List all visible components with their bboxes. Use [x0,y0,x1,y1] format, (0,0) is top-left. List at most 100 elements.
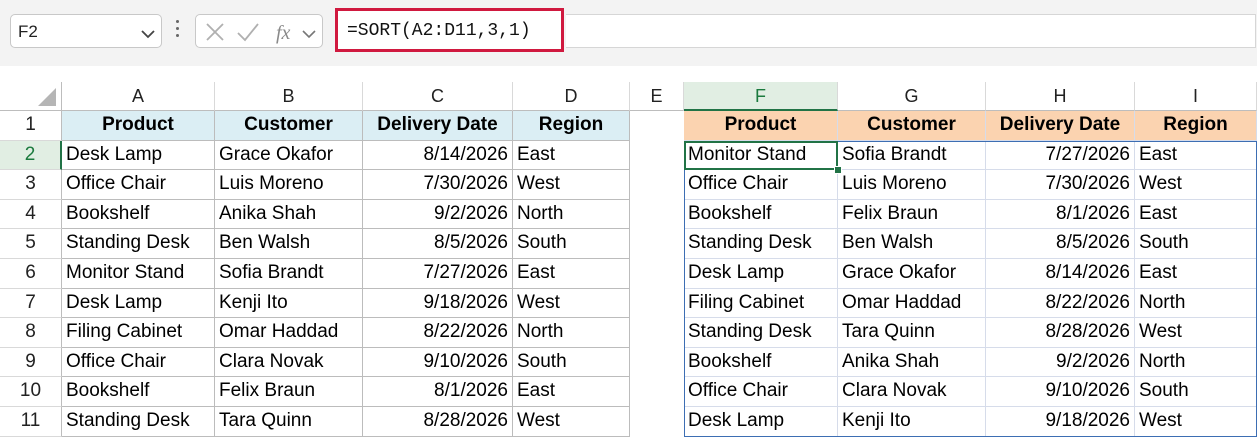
sorted-table-cell[interactable]: 9/18/2026 [986,407,1135,437]
fill-handle[interactable] [834,166,842,175]
column-header-h[interactable]: H [986,82,1135,111]
source-table-cell[interactable]: North [513,199,630,230]
row-header-9[interactable]: 9 [0,347,62,378]
source-table-cell[interactable]: 9/18/2026 [363,288,513,319]
sorted-table-cell[interactable]: Omar Haddad [838,288,986,319]
row-header-5[interactable]: 5 [0,229,62,259]
source-table-cell[interactable]: Office Chair [62,347,215,378]
source-table-cell[interactable]: Office Chair [62,170,215,200]
column-header-i[interactable]: I [1135,82,1257,111]
insert-function-icon[interactable]: fx [274,19,300,50]
source-table-header-cell[interactable]: Customer [215,111,363,141]
column-header-c[interactable]: C [363,82,513,111]
source-table-cell[interactable]: North [513,318,630,348]
source-table-cell[interactable]: Filing Cabinet [62,318,215,348]
source-table-cell[interactable]: West [513,288,630,319]
row-header-4[interactable]: 4 [0,199,62,230]
source-table-cell[interactable]: West [513,407,630,437]
column-header-d[interactable]: D [513,82,630,111]
source-table-header-cell[interactable]: Delivery Date [363,111,513,141]
sorted-table-cell[interactable]: Filing Cabinet [684,288,838,319]
sorted-table-cell[interactable]: 8/28/2026 [986,318,1135,348]
sorted-table-cell[interactable]: Tara Quinn [838,318,986,348]
source-table-cell[interactable]: South [513,347,630,378]
sorted-table-cell[interactable]: West [1135,407,1257,437]
source-table-cell[interactable]: Grace Okafor [215,140,363,171]
sorted-table-cell[interactable]: Sofia Brandt [838,140,986,171]
sorted-table-cell[interactable]: East [1135,199,1257,230]
sorted-table-cell[interactable]: North [1135,288,1257,319]
column-header-a[interactable]: A [62,82,215,111]
source-table-cell[interactable]: Omar Haddad [215,318,363,348]
column-header-e[interactable]: E [630,82,684,111]
formula-input-area[interactable] [566,14,1256,48]
sorted-table-cell[interactable]: Grace Okafor [838,259,986,289]
source-table-cell[interactable]: 7/30/2026 [363,170,513,200]
source-table-cell[interactable]: 8/22/2026 [363,318,513,348]
sorted-table-cell[interactable]: 8/5/2026 [986,229,1135,259]
sorted-table-cell[interactable]: 8/1/2026 [986,199,1135,230]
source-table-header-cell[interactable]: Product [62,111,215,141]
source-table-cell[interactable]: South [513,229,630,259]
source-table-cell[interactable]: East [513,140,630,171]
row-header-6[interactable]: 6 [0,259,62,289]
sorted-table-cell[interactable]: 9/10/2026 [986,377,1135,407]
source-table-cell[interactable]: 8/5/2026 [363,229,513,259]
source-table-cell[interactable]: Ben Walsh [215,229,363,259]
source-table-cell[interactable]: Bookshelf [62,199,215,230]
sorted-table-cell[interactable]: North [1135,347,1257,378]
active-cell-selection[interactable] [684,140,838,171]
sorted-table-cell[interactable]: Bookshelf [684,347,838,378]
row-header-7[interactable]: 7 [0,288,62,319]
source-table-cell[interactable]: Standing Desk [62,229,215,259]
sorted-table-cell[interactable]: East [1135,140,1257,171]
row-header-10[interactable]: 10 [0,377,62,407]
sorted-table-cell[interactable]: South [1135,377,1257,407]
source-table-cell[interactable]: Felix Braun [215,377,363,407]
source-table-cell[interactable]: Anika Shah [215,199,363,230]
sorted-table-cell[interactable]: Ben Walsh [838,229,986,259]
column-header-g[interactable]: G [838,82,986,111]
sorted-table-header-cell[interactable]: Region [1135,111,1257,141]
name-box[interactable]: F2 [10,14,162,48]
sorted-table-cell[interactable]: Bookshelf [684,199,838,230]
source-table-cell[interactable]: East [513,377,630,407]
sorted-table-cell[interactable]: South [1135,229,1257,259]
sorted-table-cell[interactable]: Luis Moreno [838,170,986,200]
source-table-cell[interactable]: Desk Lamp [62,288,215,319]
enter-icon[interactable] [236,21,260,48]
sorted-table-cell[interactable]: 7/27/2026 [986,140,1135,171]
column-header-f[interactable]: F [684,82,838,111]
source-table-cell[interactable]: West [513,170,630,200]
chevron-down-icon[interactable] [302,26,316,44]
formula-input-highlight[interactable]: =SORT(A2:D11,3,1) [335,8,564,52]
sorted-table-cell[interactable]: East [1135,259,1257,289]
source-table-cell[interactable]: Luis Moreno [215,170,363,200]
sorted-table-header-cell[interactable]: Customer [838,111,986,141]
source-table-header-cell[interactable]: Region [513,111,630,141]
sorted-table-header-cell[interactable]: Product [684,111,838,141]
sorted-table-cell[interactable]: 8/22/2026 [986,288,1135,319]
cancel-icon[interactable] [204,21,226,48]
row-header-3[interactable]: 3 [0,170,62,200]
source-table-cell[interactable]: 9/10/2026 [363,347,513,378]
source-table-cell[interactable]: East [513,259,630,289]
sorted-table-cell[interactable]: Anika Shah [838,347,986,378]
sorted-table-header-cell[interactable]: Delivery Date [986,111,1135,141]
sorted-table-cell[interactable]: Clara Novak [838,377,986,407]
source-table-cell[interactable]: Monitor Stand [62,259,215,289]
sorted-table-cell[interactable]: 9/2/2026 [986,347,1135,378]
source-table-cell[interactable]: 8/1/2026 [363,377,513,407]
source-table-cell[interactable]: 8/28/2026 [363,407,513,437]
sorted-table-cell[interactable]: Standing Desk [684,318,838,348]
sorted-table-cell[interactable]: Desk Lamp [684,259,838,289]
sorted-table-cell[interactable]: Desk Lamp [684,407,838,437]
source-table-cell[interactable]: 9/2/2026 [363,199,513,230]
sorted-table-cell[interactable]: West [1135,318,1257,348]
sorted-table-cell[interactable]: Office Chair [684,377,838,407]
row-header-1[interactable]: 1 [0,111,62,141]
sorted-table-cell[interactable]: Kenji Ito [838,407,986,437]
source-table-cell[interactable]: Clara Novak [215,347,363,378]
source-table-cell[interactable]: 7/27/2026 [363,259,513,289]
source-table-cell[interactable]: Tara Quinn [215,407,363,437]
